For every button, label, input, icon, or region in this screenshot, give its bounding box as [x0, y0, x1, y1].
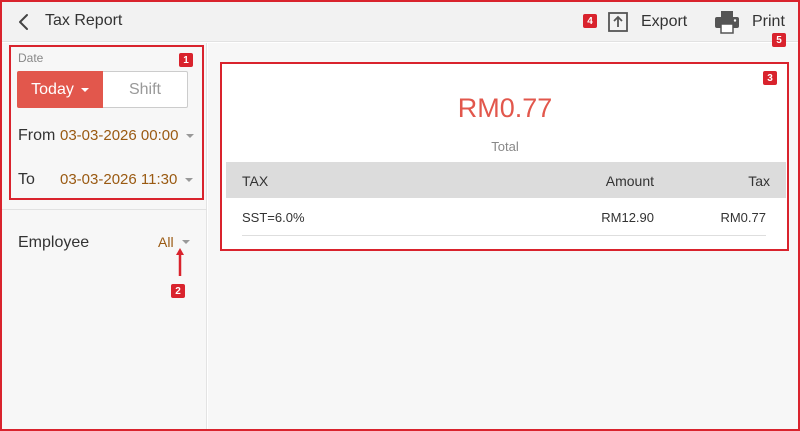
employee-dropdown[interactable]: All [158, 234, 190, 250]
date-mode-toggle: Today Shift [17, 71, 188, 108]
divider [2, 209, 207, 210]
annotation-badge-3: 3 [763, 71, 777, 85]
chevron-left-icon [19, 14, 28, 30]
back-button[interactable] [12, 10, 36, 34]
top-bar: Tax Report Export Print [2, 2, 798, 42]
total-value: RM0.77 [457, 93, 553, 123]
cell-tax: RM0.77 [720, 210, 766, 225]
annotation-badge-2: 2 [171, 284, 185, 298]
shift-button[interactable]: Shift [103, 71, 188, 108]
from-label: From [18, 127, 56, 144]
export-label: Export [641, 13, 688, 30]
date-section-label: Date [18, 51, 44, 65]
caret-down-icon [185, 177, 194, 182]
cell-amount: RM12.90 [601, 210, 654, 225]
employee-label: Employee [18, 234, 90, 251]
cell-tax-name: SST=6.0% [242, 210, 305, 225]
print-label: Print [752, 13, 785, 30]
to-date-picker[interactable]: 03-03-2026 11:30 [60, 171, 194, 188]
annotation-badge-1: 1 [179, 53, 193, 67]
annotation-arrow-up [176, 248, 184, 276]
printer-icon [715, 11, 739, 34]
today-label: Today [31, 80, 74, 98]
from-date-picker[interactable]: 03-03-2026 00:00 [60, 127, 195, 144]
column-header-tax: Tax [748, 173, 770, 189]
to-label: To [18, 171, 35, 188]
to-date-value: 03-03-2026 11:30 [60, 171, 178, 188]
caret-down-icon [186, 133, 195, 138]
caret-down-icon [80, 87, 89, 92]
column-header-amount: Amount [605, 173, 654, 189]
total-label: Total [491, 139, 519, 154]
employee-value: All [158, 234, 174, 250]
annotation-badge-4: 4 [583, 14, 597, 28]
table-row: SST=6.0% RM12.90 RM0.77 [242, 198, 766, 236]
export-button[interactable]: Export [607, 8, 687, 36]
tax-summary-card: RM0.77 Total TAX Amount Tax SST=6.0% RM1… [222, 63, 788, 249]
report-panel: RM0.77 Total TAX Amount Tax SST=6.0% RM1… [208, 43, 798, 429]
page-title: Tax Report [45, 12, 123, 29]
annotation-badge-5: 5 [772, 33, 786, 47]
shift-label: Shift [128, 80, 161, 98]
column-header-tax-name: TAX [242, 173, 269, 189]
table-header: TAX Amount Tax [226, 162, 786, 198]
from-date-value: 03-03-2026 00:00 [60, 127, 179, 144]
export-icon [608, 12, 628, 32]
caret-down-icon [181, 240, 190, 244]
today-button[interactable]: Today [17, 71, 103, 108]
filter-sidebar: Date Today Shift From 03-03-2026 00:00 T… [2, 43, 207, 429]
print-button[interactable]: Print [714, 8, 785, 36]
